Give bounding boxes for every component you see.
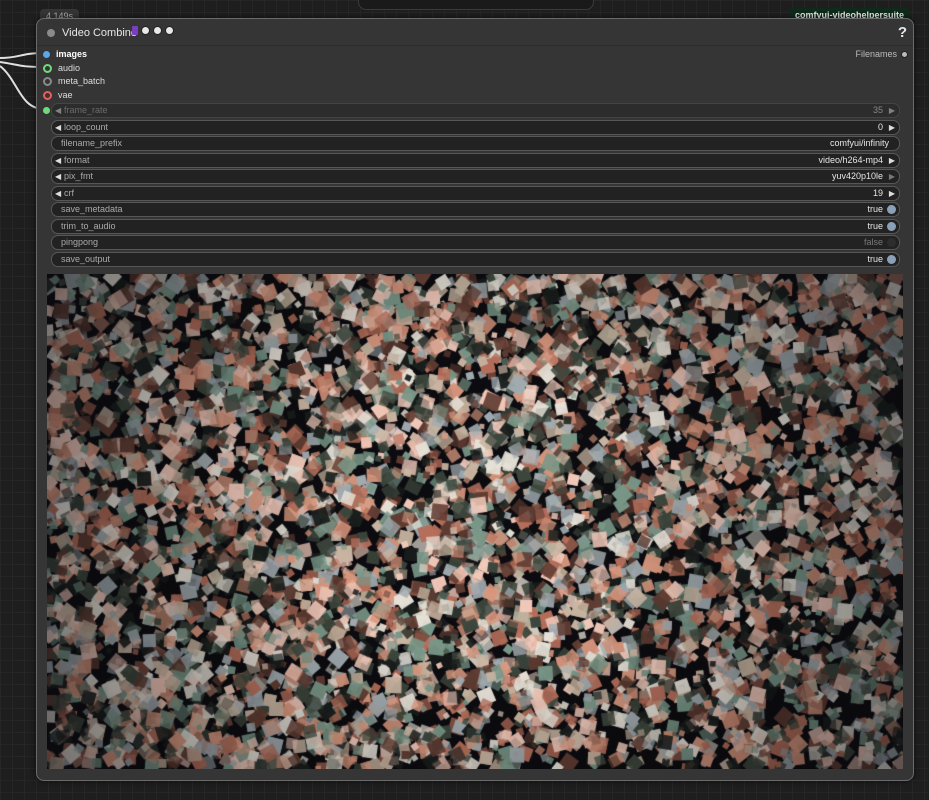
circle-icon xyxy=(141,26,150,35)
widget-label: frame_rate xyxy=(64,105,108,115)
input-slot-images[interactable]: images xyxy=(43,48,87,60)
widget-value: true xyxy=(867,221,883,231)
widget-value: false xyxy=(863,237,883,247)
widget-pingpong[interactable]: pingpong false xyxy=(51,235,900,250)
film-icon xyxy=(132,26,138,35)
decrement-arrow-icon[interactable]: ◀ xyxy=(55,187,61,200)
video-preview[interactable] xyxy=(47,274,903,769)
decrement-arrow-icon[interactable]: ◀ xyxy=(55,104,61,117)
widget-frame-rate[interactable]: ◀ frame_rate 35 ▶ xyxy=(51,103,900,118)
slot-label: vae xyxy=(58,90,73,100)
next-option-arrow-icon[interactable]: ▶ xyxy=(889,170,895,183)
widget-label: format xyxy=(64,155,90,165)
toggle-knob[interactable] xyxy=(887,222,896,231)
widget-label: crf xyxy=(64,188,74,198)
widget-label: loop_count xyxy=(64,122,109,132)
widget-value: comfyui/infinity xyxy=(829,138,889,148)
widget-value: 19 xyxy=(872,188,883,198)
slot-dot[interactable] xyxy=(43,63,52,73)
top-panel-tab xyxy=(358,0,594,10)
widget-value: true xyxy=(867,254,883,264)
slot-dot[interactable] xyxy=(43,90,52,100)
widget-label: save_output xyxy=(61,254,111,264)
slot-dot[interactable] xyxy=(43,106,50,114)
slot-label: meta_batch xyxy=(58,76,106,86)
help-button[interactable]: ? xyxy=(898,24,907,41)
widget-value: 0 xyxy=(877,122,883,132)
node-title: Video Combine xyxy=(62,27,138,39)
widget-label: save_metadata xyxy=(61,204,123,214)
circle-icon xyxy=(153,26,162,35)
next-option-arrow-icon[interactable]: ▶ xyxy=(889,154,895,167)
collapse-toggle[interactable] xyxy=(47,29,55,37)
widget-format[interactable]: ◀ format video/h264-mp4 ▶ xyxy=(51,153,900,168)
widget-save-output[interactable]: save_output true xyxy=(51,252,900,267)
prev-option-arrow-icon[interactable]: ◀ xyxy=(55,154,61,167)
widget-value: true xyxy=(867,204,883,214)
slot-dot[interactable] xyxy=(43,76,52,86)
node-header[interactable]: Video Combine ? xyxy=(37,19,913,46)
slot-label: images xyxy=(56,49,88,59)
slot-label: audio xyxy=(58,63,81,73)
widget-crf[interactable]: ◀ crf 19 ▶ xyxy=(51,186,900,201)
prev-option-arrow-icon[interactable]: ◀ xyxy=(55,170,61,183)
widget-value: 35 xyxy=(872,105,883,115)
widget-value: video/h264-mp4 xyxy=(818,155,883,165)
widget-pix-fmt[interactable]: ◀ pix_fmt yuv420p10le ▶ xyxy=(51,169,900,184)
decrement-arrow-icon[interactable]: ◀ xyxy=(55,121,61,134)
widget-label: pingpong xyxy=(61,237,99,247)
input-slot-audio[interactable]: audio xyxy=(43,62,80,74)
output-slot-filenames[interactable]: Filenames xyxy=(855,49,908,59)
slot-dot[interactable] xyxy=(43,50,50,58)
widget-trim-to-audio[interactable]: trim_to_audio true xyxy=(51,219,900,234)
increment-arrow-icon[interactable]: ▶ xyxy=(889,104,895,117)
toggle-knob[interactable] xyxy=(887,238,896,247)
output-label: Filenames xyxy=(855,49,897,59)
slot-dot[interactable] xyxy=(901,50,908,58)
widget-label: pix_fmt xyxy=(64,171,94,181)
toggle-knob[interactable] xyxy=(887,255,896,264)
input-slot-vae[interactable]: vae xyxy=(43,89,73,101)
video-combine-node[interactable]: Video Combine ? images audio meta_batch … xyxy=(36,18,914,781)
circle-icon xyxy=(165,26,174,35)
increment-arrow-icon[interactable]: ▶ xyxy=(889,187,895,200)
widget-label: filename_prefix xyxy=(61,138,123,148)
title-icons xyxy=(132,26,174,35)
widget-loop-count[interactable]: ◀ loop_count 0 ▶ xyxy=(51,120,900,135)
widget-label: trim_to_audio xyxy=(61,221,116,231)
input-slot-meta-batch[interactable]: meta_batch xyxy=(43,75,105,87)
widget-save-metadata[interactable]: save_metadata true xyxy=(51,202,900,217)
toggle-knob[interactable] xyxy=(887,205,896,214)
increment-arrow-icon[interactable]: ▶ xyxy=(889,121,895,134)
widget-value: yuv420p10le xyxy=(831,171,883,181)
widget-filename-prefix[interactable]: filename_prefix comfyui/infinity xyxy=(51,136,900,151)
